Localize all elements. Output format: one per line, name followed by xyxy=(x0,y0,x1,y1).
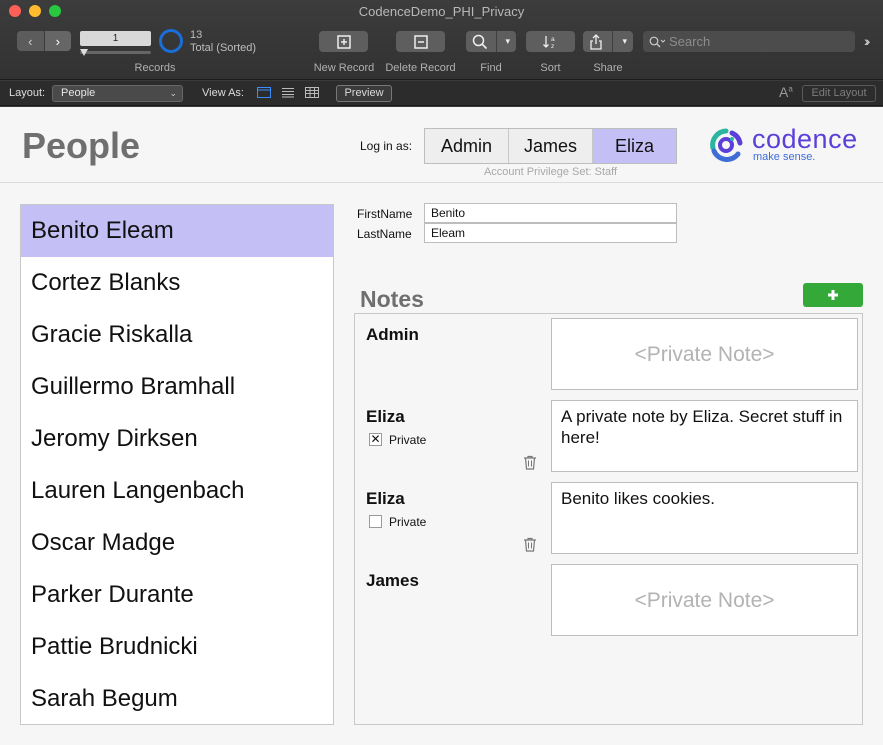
view-as-label: View As: xyxy=(202,87,244,99)
private-checkbox[interactable] xyxy=(369,515,382,528)
record-slider-thumb[interactable] xyxy=(80,49,88,56)
found-set-pie-icon xyxy=(159,29,183,53)
person-list-item[interactable]: Cortez Blanks xyxy=(21,257,333,309)
codence-logo-tagline: make sense. xyxy=(753,151,816,163)
next-record-button[interactable]: › xyxy=(43,31,71,51)
last-name-label: LastName xyxy=(357,227,412,241)
share-icon xyxy=(590,33,602,50)
layout-bar: Layout: People ⌄ View As: Preview Aa Edi… xyxy=(0,81,883,106)
find-button[interactable]: ▾ xyxy=(466,31,516,52)
edit-layout-button[interactable]: Edit Layout xyxy=(802,85,876,102)
private-note-placeholder[interactable]: <Private Note> xyxy=(551,564,858,636)
current-record-input[interactable]: 1 xyxy=(80,31,151,46)
toolbar-overflow-icon[interactable]: ›› xyxy=(864,33,871,49)
records-label: Records xyxy=(134,62,176,74)
privilege-set-text: Account Privilege Set: Staff xyxy=(483,166,618,178)
person-list-item[interactable]: Pattie Brudnicki xyxy=(21,621,333,673)
first-name-label: FirstName xyxy=(357,207,413,221)
sort-label: Sort xyxy=(540,62,561,74)
private-checkbox-label: Private xyxy=(389,433,427,447)
note-row: Eliza ✕ Private A private note by Eliza. Se… xyxy=(355,396,862,478)
sort-icon: az xyxy=(542,35,555,50)
preview-button[interactable]: Preview xyxy=(336,85,392,102)
plus-square-icon xyxy=(336,34,351,49)
login-admin-button[interactable]: Admin xyxy=(425,129,509,163)
share-label: Share xyxy=(593,62,623,74)
private-checkbox[interactable]: ✕ xyxy=(369,433,382,446)
login-eliza-button[interactable]: Eliza xyxy=(593,129,676,163)
find-button-separator xyxy=(496,31,498,52)
person-list-item[interactable]: Lauren Langenbach xyxy=(21,465,333,517)
form-view-icon[interactable] xyxy=(257,87,271,98)
note-author: Eliza xyxy=(366,407,405,426)
window-toolbar: CodenceDemo_PHI_Privacy ‹ › 1 13 Total (… xyxy=(0,0,883,80)
note-author: Admin xyxy=(366,325,419,344)
svg-text:a: a xyxy=(551,36,555,43)
page-title: People xyxy=(22,125,141,166)
list-view-icon[interactable] xyxy=(281,87,295,98)
chevron-updown-icon: ⌄ xyxy=(169,88,177,98)
chevron-down-icon[interactable]: ▾ xyxy=(505,36,510,47)
new-record-button[interactable] xyxy=(319,31,368,52)
trash-icon[interactable] xyxy=(523,537,537,557)
person-list-item[interactable]: Guillermo Bramhall xyxy=(21,361,333,413)
login-switcher: Admin James Eliza xyxy=(424,128,677,164)
person-list-item[interactable]: Jeromy Dirksen xyxy=(21,413,333,465)
window-title: CodenceDemo_PHI_Privacy xyxy=(358,4,525,19)
person-list-item[interactable]: Gracie Riskalla xyxy=(21,309,333,361)
page-header: People Log in as: Admin James Eliza Acco… xyxy=(0,107,883,183)
add-note-button[interactable] xyxy=(803,283,863,307)
note-row: James <Private Note> xyxy=(355,560,862,642)
magnifier-icon xyxy=(472,34,488,49)
trash-icon[interactable] xyxy=(523,455,537,475)
chevron-down-icon[interactable]: ▾ xyxy=(622,36,627,47)
login-james-button[interactable]: James xyxy=(509,129,593,163)
table-view-icon[interactable] xyxy=(305,87,319,98)
share-button[interactable]: ▾ xyxy=(583,31,633,52)
layout-label: Layout: xyxy=(9,87,46,99)
layout-select[interactable]: People ⌄ xyxy=(52,85,183,102)
previous-record-button[interactable]: ‹ xyxy=(17,31,44,51)
notes-title: Notes xyxy=(360,286,424,312)
private-note-placeholder[interactable]: <Private Note> xyxy=(551,318,858,390)
minus-square-icon xyxy=(413,34,428,49)
record-slider[interactable] xyxy=(80,51,151,54)
private-checkbox-label: Private xyxy=(389,515,427,529)
note-row: Eliza Private Benito likes cookies. xyxy=(355,478,862,560)
delete-record-button[interactable] xyxy=(396,31,445,52)
plus-icon xyxy=(828,290,838,300)
svg-text:z: z xyxy=(551,43,554,50)
found-count-status: Total (Sorted) xyxy=(190,42,257,54)
find-label: Find xyxy=(480,62,502,74)
share-button-separator xyxy=(612,31,614,52)
record-navigation: ‹ › xyxy=(17,31,71,51)
delete-record-label: Delete Record xyxy=(385,62,456,74)
search-icon xyxy=(649,36,665,47)
search-input[interactable] xyxy=(669,34,839,49)
new-record-label: New Record xyxy=(313,62,375,74)
notes-portal: Admin <Private Note> Eliza ✕ Private A privat… xyxy=(354,313,863,725)
first-name-field[interactable]: Benito xyxy=(424,203,677,223)
text-formatting-icon[interactable]: Aa xyxy=(779,84,793,100)
note-row: Admin <Private Note> xyxy=(355,314,862,396)
people-list: Benito Eleam Cortez Blanks Gracie Riskalla… xyxy=(20,204,334,725)
note-text-field[interactable]: Benito likes cookies. xyxy=(551,482,858,554)
last-name-field[interactable]: Eleam xyxy=(424,223,677,243)
person-list-item[interactable]: Parker Durante xyxy=(21,569,333,621)
note-author: James xyxy=(366,571,419,590)
person-list-item[interactable]: Benito Eleam xyxy=(21,205,333,257)
found-count: 13 Total (Sorted) xyxy=(190,29,256,55)
person-list-item[interactable]: Sarah Begum xyxy=(21,673,333,724)
note-author: Eliza xyxy=(366,489,405,508)
codence-logo-icon xyxy=(710,128,743,162)
login-label: Log in as: xyxy=(360,139,413,153)
found-count-number: 13 xyxy=(190,29,203,41)
sort-button[interactable]: az xyxy=(526,31,575,52)
quick-find-search[interactable] xyxy=(643,31,855,52)
person-list-item[interactable]: Oscar Madge xyxy=(21,517,333,569)
layout-content: People Log in as: Admin James Eliza Acco… xyxy=(0,107,883,745)
layout-select-value: People xyxy=(61,87,96,99)
note-text-field[interactable]: A private note by Eliza. Secret stuff in… xyxy=(551,400,858,472)
